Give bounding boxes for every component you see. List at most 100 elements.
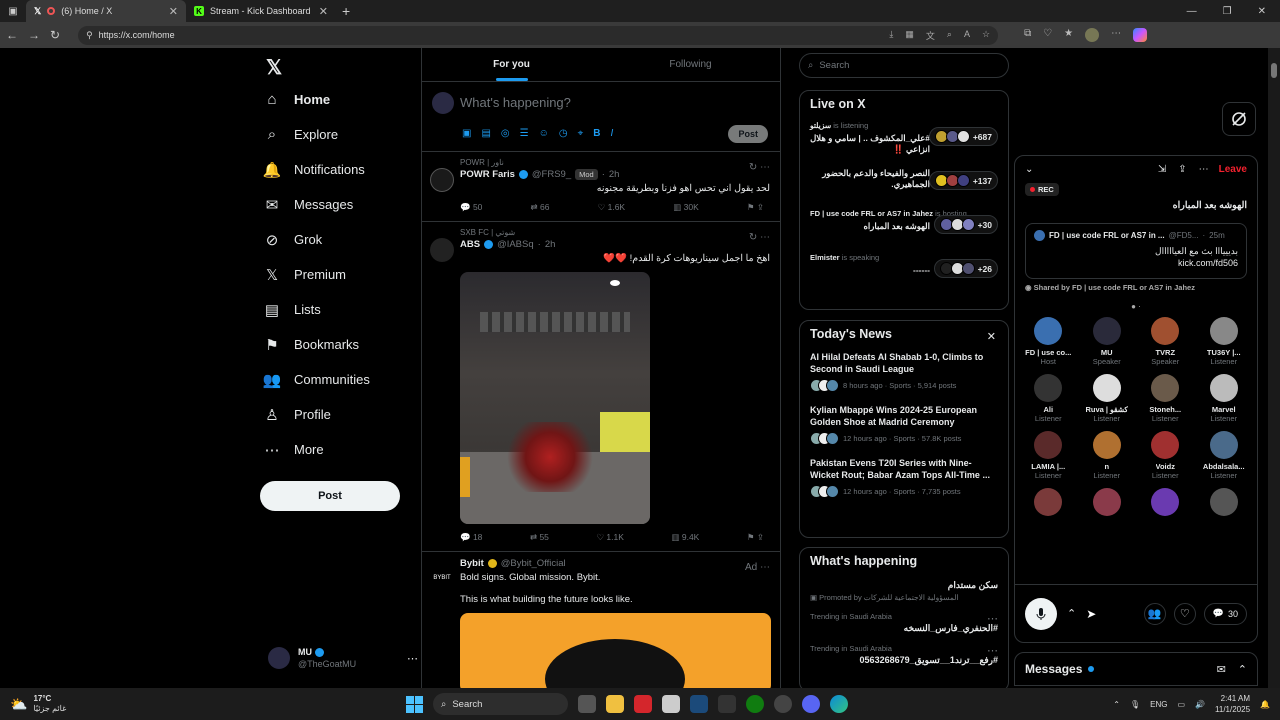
gif-icon[interactable]: ▤	[481, 128, 490, 139]
image-icon[interactable]: ▣	[462, 128, 471, 139]
new-message-icon[interactable]: ✉	[1217, 663, 1226, 676]
tweet-ad[interactable]: BYBIT Bybit @Bybit_Official Ad ⋯ Bold si…	[422, 552, 780, 688]
like-button[interactable]: ♡ 1.6K	[598, 202, 625, 213]
chevron-up-icon[interactable]: ⌃	[1113, 700, 1120, 709]
leave-button[interactable]: Leave	[1219, 164, 1247, 175]
minimize-icon[interactable]: —	[1187, 6, 1197, 17]
close-window-icon[interactable]: ✕	[1258, 6, 1266, 17]
taskbar-search[interactable]: ⌕ Search	[433, 693, 568, 715]
chevron-up-icon[interactable]: ⌃	[1067, 607, 1076, 620]
nav-item-messages[interactable]: ✉ Messages	[262, 187, 420, 222]
more-icon[interactable]: ⋯	[987, 644, 998, 657]
share-icon[interactable]: ⇪	[1178, 164, 1186, 175]
tab-for-you[interactable]: For you	[422, 48, 601, 81]
menu-dots-icon[interactable]: ⋯	[1111, 28, 1121, 42]
reply-button[interactable]: 💬 50	[460, 202, 482, 213]
more-icon[interactable]: ⋯	[407, 652, 418, 665]
post-button[interactable]: Post	[260, 481, 400, 511]
epic-games-icon[interactable]	[718, 695, 736, 713]
profile-avatar-icon[interactable]	[1085, 28, 1100, 42]
extensions-icon[interactable]: ⧉	[1024, 28, 1031, 42]
live-space-item[interactable]: النصر والفيحاء والدعم بالحضور الجماهيري.…	[800, 161, 1008, 205]
author-handle[interactable]: @FRS9_	[532, 169, 571, 180]
participant[interactable]: Marvel Listener	[1195, 374, 1253, 423]
participant[interactable]: Voidz Listener	[1136, 431, 1194, 480]
language-indicator[interactable]: ENG	[1150, 700, 1167, 709]
participant[interactable]	[1195, 488, 1253, 516]
zoom-icon[interactable]: ⌕	[947, 29, 952, 42]
file-explorer-icon[interactable]	[606, 695, 624, 713]
participant[interactable]: MU Speaker	[1078, 317, 1136, 366]
timestamp[interactable]: 2h	[545, 239, 556, 250]
nav-item-explore[interactable]: ⌕ Explore	[262, 117, 420, 152]
read-aloud-icon[interactable]: A	[964, 29, 970, 42]
microphone-button[interactable]	[1025, 597, 1057, 630]
pinned-link[interactable]: kick.com/fd506	[1034, 257, 1238, 269]
bookmark-icon[interactable]: ⚑ ⇪	[747, 532, 764, 543]
nav-item-more[interactable]: ⋯ More	[262, 432, 420, 467]
live-space-item[interactable]: Elmister is speaking ------ +26	[800, 249, 1008, 293]
maximize-icon[interactable]: ❐	[1223, 6, 1232, 17]
volume-icon[interactable]: 🔊	[1195, 700, 1205, 709]
author-name[interactable]: ABS	[460, 239, 480, 250]
network-icon[interactable]: ▭	[1178, 700, 1186, 709]
tab-actions-icon[interactable]: ▣	[0, 0, 26, 22]
listener-count-pill[interactable]: +137	[928, 171, 998, 190]
more-icon[interactable]: ↻ ⋯	[749, 162, 770, 173]
chat-count-button[interactable]: 💬 30	[1203, 602, 1247, 625]
microphone-tray-icon[interactable]: 🎙	[1130, 700, 1140, 709]
author-name[interactable]: Bybit	[460, 558, 484, 569]
account-switcher[interactable]: MU @TheGoatMU ⋯	[268, 646, 418, 670]
schedule-icon[interactable]: ◷	[559, 128, 568, 139]
repost-button[interactable]: ⇄ 66	[531, 202, 550, 213]
location-icon[interactable]: ⌖	[578, 128, 584, 139]
steam-icon[interactable]	[690, 695, 708, 713]
messages-drawer[interactable]: Messages ✉ ⌃	[1014, 652, 1258, 686]
back-icon[interactable]: ←	[6, 28, 18, 42]
trend-item[interactable]: سكن مستدام ▣ Promoted by المسؤولية الاجت…	[800, 574, 1008, 608]
translate-icon[interactable]: 文	[926, 29, 935, 42]
expand-icon[interactable]: ⌃	[1238, 663, 1247, 676]
news-item[interactable]: Pakistan Evens T20I Series with Nine-Wic…	[800, 453, 1008, 506]
tweet-media-image[interactable]	[460, 272, 650, 524]
edge-icon[interactable]	[830, 695, 848, 713]
live-space-item[interactable]: سزيلتو is listening #علي_المكشوف .. | سام…	[800, 117, 1008, 161]
author-handle[interactable]: @IABSq	[497, 239, 534, 250]
task-view-icon[interactable]	[578, 695, 596, 713]
grok-icon[interactable]: ◎	[501, 128, 510, 139]
refresh-icon[interactable]: ↻	[50, 28, 60, 42]
nav-item-bookmarks[interactable]: ⚑ Bookmarks	[262, 327, 420, 362]
participant[interactable]: FD | use co... Host	[1019, 317, 1077, 366]
minimize-space-icon[interactable]: ⇲	[1158, 164, 1166, 175]
obs-icon[interactable]	[774, 695, 792, 713]
more-icon[interactable]: ⋯	[1199, 164, 1209, 175]
tweet[interactable]: POWR | ناور POWR Faris @FRS9_ Mod · 2h ↻…	[422, 152, 780, 222]
poll-icon[interactable]: ☰	[520, 128, 529, 139]
like-button[interactable]: ♡ 1.1K	[596, 532, 623, 543]
nav-item-communities[interactable]: 👥 Communities	[262, 362, 420, 397]
favorites-icon[interactable]: ★	[1064, 28, 1073, 42]
author-handle[interactable]: @Bybit_Official	[501, 558, 566, 569]
scrollbar[interactable]	[1268, 48, 1280, 688]
listener-count-pill[interactable]: +687	[928, 127, 998, 146]
participant[interactable]: TU36Y |... Listener	[1195, 317, 1253, 366]
close-icon[interactable]: ✕	[987, 330, 996, 343]
participant[interactable]	[1078, 488, 1136, 516]
tab-following[interactable]: Following	[601, 48, 780, 81]
participant[interactable]: LAMIA |... Listener	[1019, 431, 1077, 480]
tab-kick-dashboard[interactable]: K Stream - Kick Dashboard ✕	[186, 0, 336, 22]
bold-icon[interactable]: B	[593, 128, 600, 139]
copilot-icon[interactable]	[1133, 28, 1148, 42]
x-logo-icon[interactable]: 𝕏	[266, 52, 420, 82]
start-windows-icon[interactable]	[406, 695, 423, 713]
bookmark-icon[interactable]: ⚑ ⇪	[747, 202, 764, 213]
xbox-icon[interactable]	[746, 695, 764, 713]
discord-icon[interactable]	[802, 695, 820, 713]
grok-fab-icon[interactable]	[1222, 102, 1256, 136]
favorite-star-icon[interactable]: ☆	[982, 29, 990, 42]
people-icon[interactable]: 👥	[1143, 602, 1166, 625]
italic-icon[interactable]: I	[610, 128, 613, 139]
pinned-post-card[interactable]: FD | use code FRL or AS7 in ... @FD5... …	[1025, 223, 1247, 279]
views-button[interactable]: ▥ 30K	[673, 202, 699, 213]
participant[interactable]: Abdalsala... Listener	[1195, 431, 1253, 480]
